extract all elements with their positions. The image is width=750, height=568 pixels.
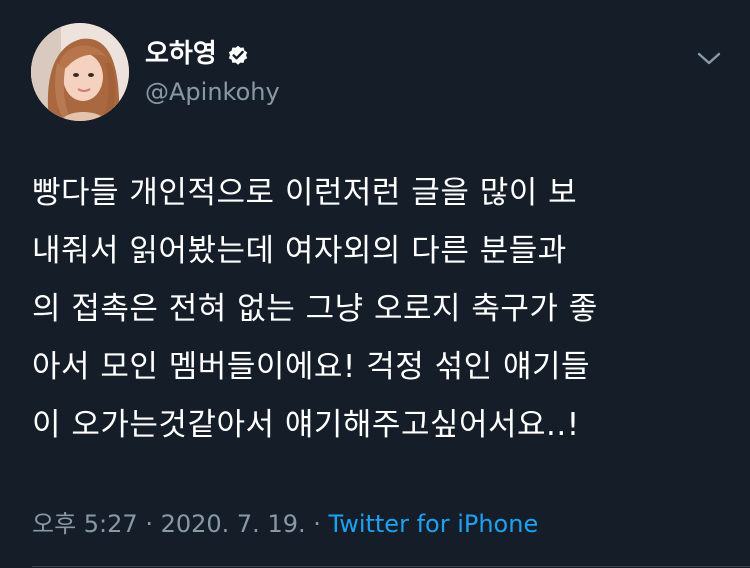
tweet-text-line: 의 접촉은 전혀 없는 그냥 오로지 축구가 좋 [32,291,598,327]
display-name-row[interactable]: 오하영 [145,37,250,71]
tweet-metadata: 오후 5:27 · 2020. 7. 19. · Twitter for iPh… [32,505,538,543]
tweet-text-line: 빵다들 개인적으로 이런저런 글을 많이 보 [32,175,578,211]
verified-badge-icon [226,42,250,66]
user-handle[interactable]: @Apinkohy [145,76,280,108]
display-name[interactable]: 오하영 [145,37,217,71]
tweet-time[interactable]: 오후 5:27 [32,510,138,538]
tweet-source-link[interactable]: Twitter for iPhone [329,510,539,538]
chevron-down-icon[interactable] [694,44,724,74]
divider [32,566,750,567]
separator: · [305,510,329,538]
avatar-photo [31,23,129,121]
tweet-text-line: 이 오가는것같아서 얘기해주고싶어서요..! [32,407,580,443]
tweet-text-line: 내줘서 읽어봤는데 여자외의 다른 분들과 [32,233,567,269]
tweet-date[interactable]: 2020. 7. 19. [161,510,306,538]
tweet-text-line: 아서 모인 멤버들이에요! 걱정 섞인 얘기들 [32,349,591,385]
tweet-text: 빵다들 개인적으로 이런저런 글을 많이 보 내줘서 읽어봤는데 여자외의 다른… [32,164,732,454]
avatar[interactable] [31,23,129,121]
separator: · [137,510,161,538]
